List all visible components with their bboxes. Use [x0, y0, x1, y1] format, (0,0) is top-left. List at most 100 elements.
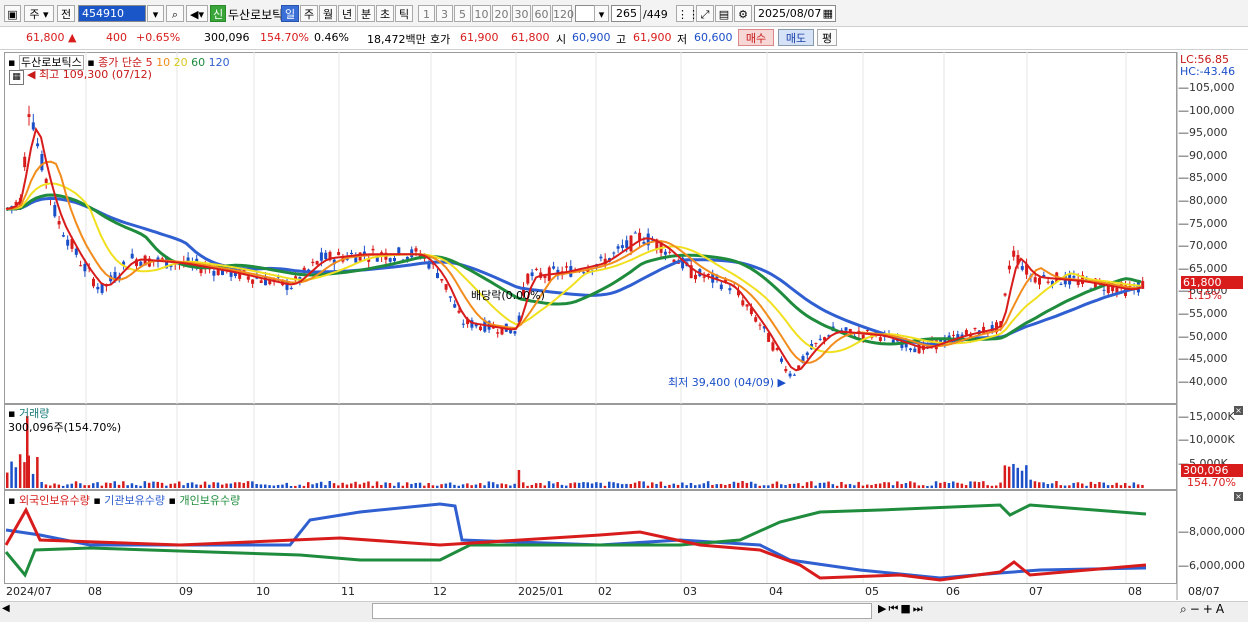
volume-ytick: —15,000K [1178, 410, 1235, 423]
candle-body [31, 122, 35, 130]
legend-ma-10[interactable]: 10 [156, 56, 170, 69]
candle-body [891, 339, 895, 343]
candle-body [741, 300, 745, 306]
candle-body [668, 251, 672, 253]
current-price-tag: 61,800 [1181, 276, 1243, 289]
legend-institution[interactable]: 기관보유수량 [104, 494, 165, 507]
price-ytick: —55,000 [1178, 307, 1228, 320]
xaxis-label: 10 [256, 585, 270, 598]
candle-body [964, 330, 968, 335]
candle-body [913, 348, 917, 353]
candle-body [1033, 277, 1037, 283]
holding-ytick: —8,000,000 [1178, 525, 1245, 538]
legend-ma-20[interactable]: 20 [174, 56, 188, 69]
plus-icon: + [1202, 602, 1216, 616]
xaxis-label: 2025/01 [518, 585, 564, 598]
legend-square-icon: ▪ [168, 494, 176, 507]
price-ytick: —95,000 [1178, 126, 1228, 140]
candle-body [582, 272, 586, 274]
candle-body [1141, 280, 1145, 289]
legend-square-icon: ▪ [8, 494, 16, 507]
candle-body [393, 257, 396, 262]
play-icon: ▶ [878, 602, 889, 615]
candle-body [61, 235, 65, 237]
moving-average-line [5, 126, 1142, 372]
price-ytick: —50,000 [1178, 329, 1228, 343]
legend-square-icon: ▪ [93, 494, 101, 507]
candle-body [414, 248, 418, 252]
candle-body [66, 239, 70, 246]
candle-body [388, 258, 392, 262]
candle-body [246, 276, 250, 280]
candle-body [552, 266, 556, 269]
zoom-controls[interactable]: ⌕−+A [1180, 602, 1227, 617]
moving-average-line [5, 193, 1142, 346]
holding-ytick: —6,000,000 [1178, 559, 1245, 572]
candle-body [534, 268, 538, 270]
price-ytick: —85,000 [1178, 171, 1228, 185]
xaxis-label: 2024/07 [6, 585, 52, 598]
xaxis-date: 08/07 [1188, 585, 1220, 598]
candle-body [83, 263, 87, 272]
volume-value: 300,096주(154.70%) [8, 421, 122, 434]
candle-body [702, 276, 706, 278]
scroll-left-icon[interactable]: ◀ [2, 603, 10, 614]
candle-body [629, 235, 633, 252]
volume-chart-panel[interactable] [4, 404, 1177, 490]
candle-body [694, 274, 697, 280]
xaxis-label: 07 [1029, 585, 1043, 598]
hc-label: HC:-43.46 [1180, 65, 1236, 78]
price-ytick: —40,000 [1178, 374, 1228, 388]
candle-body [612, 252, 616, 254]
legend-square-icon: ▪ [8, 56, 16, 69]
candle-body [27, 114, 31, 118]
candle-body [513, 331, 517, 334]
candle-body [337, 252, 341, 256]
candle-body [616, 246, 620, 249]
magnifier-icon: ⌕ [1180, 602, 1190, 616]
legend-ma-120[interactable]: 120 [209, 56, 230, 69]
candle-body [1102, 289, 1106, 291]
candle-body [599, 256, 603, 259]
candle-body [371, 248, 375, 251]
candle-body [565, 266, 568, 268]
price-ytick: —80,000 [1178, 194, 1228, 207]
candle-body [784, 368, 788, 372]
candle-body [952, 334, 955, 336]
price-ytick: —105,000 [1178, 81, 1235, 94]
high-annotation: ◀ 최고 109,300 (07/12) [27, 68, 152, 81]
candle-body [1003, 293, 1007, 296]
candle-body [780, 358, 783, 362]
moving-averages [5, 126, 1142, 372]
current-volume-pct: 154.70% [1187, 476, 1236, 489]
candle-body [788, 373, 792, 377]
legend-individual[interactable]: 개인보유수량 [179, 494, 240, 507]
candle-body [79, 265, 83, 267]
candle-body [1046, 281, 1050, 283]
candle-body [625, 240, 629, 248]
candle-body [453, 304, 457, 308]
price-ytick: —90,000 [1178, 148, 1228, 162]
candle-body [92, 278, 95, 287]
candle-body [57, 221, 61, 225]
candle-body [633, 232, 637, 234]
candle-body [440, 278, 444, 281]
legend-ma-60[interactable]: 60 [191, 56, 205, 69]
high-note: 최고 109,300 (07/12) [38, 68, 152, 81]
candle-body [461, 323, 465, 325]
legend-foreign[interactable]: 외국인보유수량 [19, 494, 90, 507]
candle-body [479, 326, 482, 331]
candle-body [448, 296, 452, 298]
candle-body [728, 288, 732, 291]
dividend-annotation: 배당락(0.00%) [471, 289, 545, 302]
candle-body [620, 245, 624, 248]
candle-body [259, 280, 263, 283]
table-icon[interactable]: ▦ [9, 70, 24, 85]
playback-controls[interactable]: ▶⏮■⏭ [878, 602, 925, 616]
close-icon[interactable]: × [1234, 492, 1243, 501]
candle-body [1038, 277, 1041, 285]
candle-body [805, 352, 809, 356]
scroll-thumb[interactable] [372, 603, 872, 619]
text-size-icon: A [1215, 602, 1228, 616]
stop-icon: ■ [900, 602, 913, 615]
